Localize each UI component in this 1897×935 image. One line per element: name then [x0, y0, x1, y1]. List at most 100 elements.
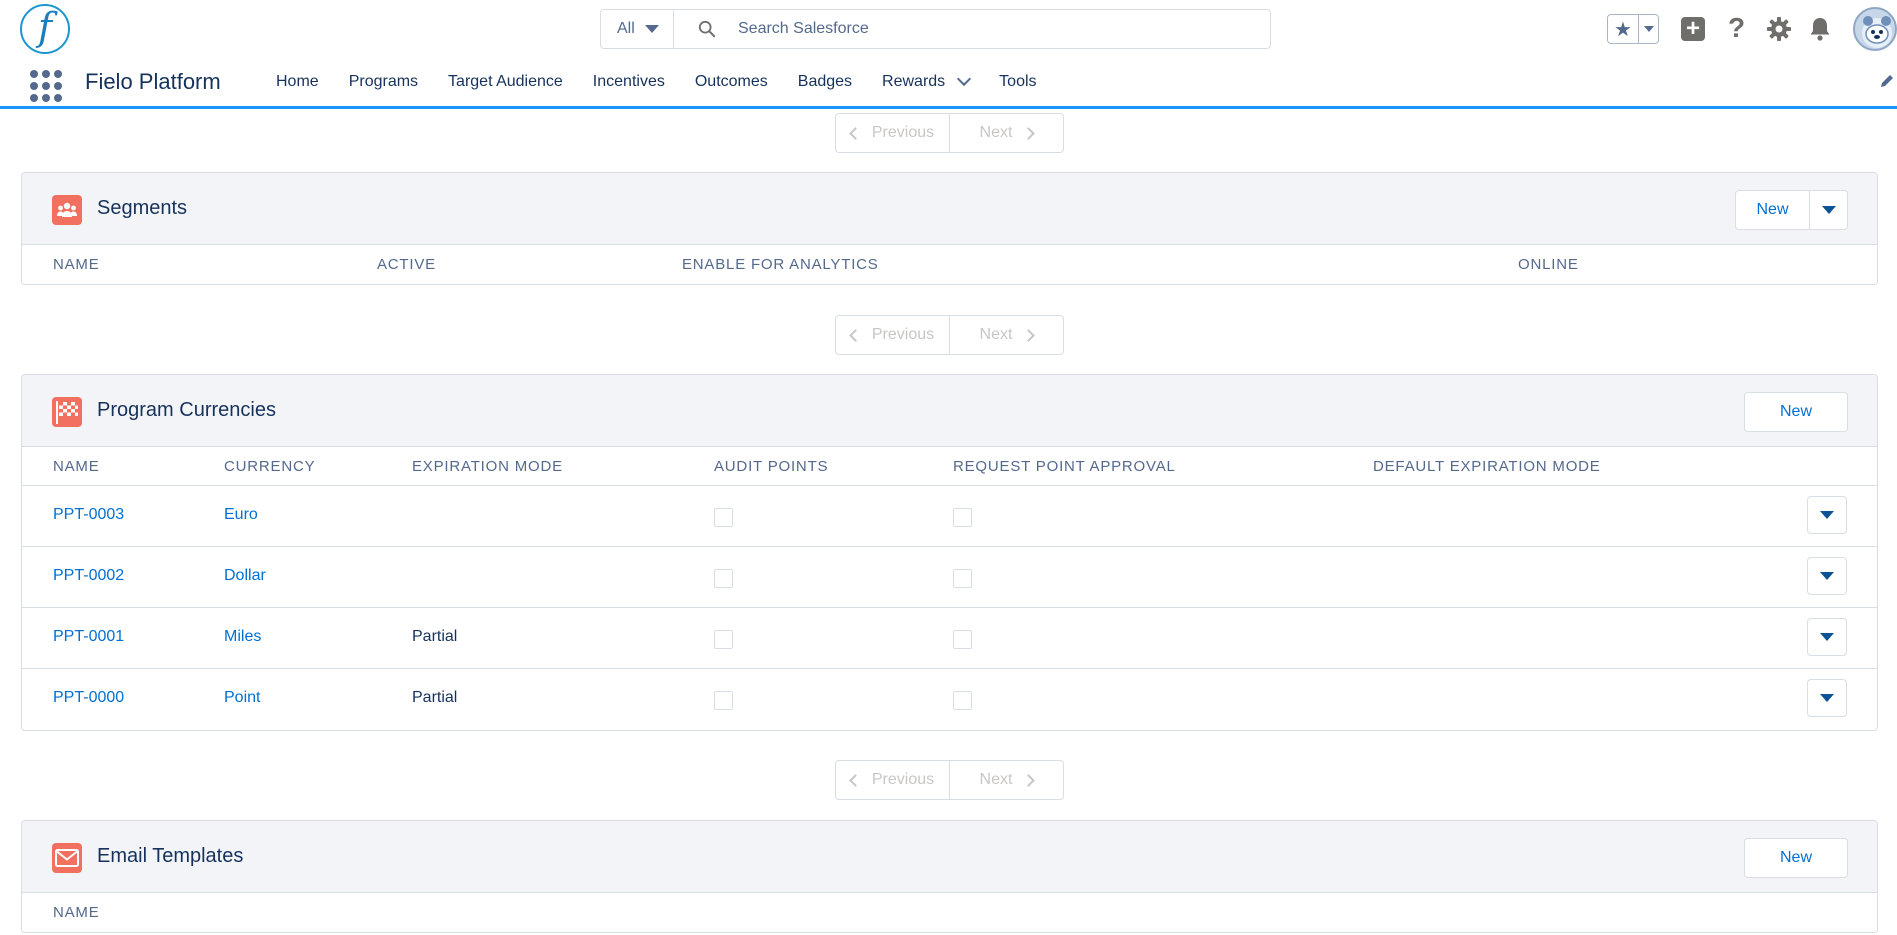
chevron-down-icon	[1643, 26, 1654, 32]
search-field	[674, 10, 1270, 48]
email-envelope-icon	[52, 843, 82, 873]
search-scope-label: All	[617, 20, 635, 37]
currency-link[interactable]: Miles	[224, 628, 261, 646]
column-header-request-point-approval[interactable]: Request Point Approval	[953, 458, 1176, 475]
currency-link[interactable]: Point	[224, 689, 260, 707]
astro-avatar-icon	[1862, 16, 1892, 48]
program-currencies-card: Program Currencies New Name Currency Exp…	[21, 374, 1878, 731]
column-header-audit-points[interactable]: Audit Points	[714, 458, 828, 475]
search-scope-select[interactable]: All	[601, 10, 674, 48]
record-name-link[interactable]: PPT-0000	[53, 689, 124, 707]
column-header-default-expiration-mode[interactable]: Default Expiration Mode	[1373, 458, 1601, 475]
request-point-approval-checkbox	[953, 508, 972, 527]
expiration-mode-value: Partial	[412, 628, 458, 645]
next-label: Next	[979, 326, 1013, 343]
audit-points-checkbox	[714, 630, 733, 649]
chevron-left-icon	[849, 773, 862, 787]
next-button[interactable]: Next	[949, 316, 1063, 354]
column-header-name[interactable]: Name	[53, 256, 100, 273]
nav-item-badges[interactable]: Badges	[798, 73, 852, 91]
fielo-logo[interactable]: f	[20, 4, 70, 54]
row-actions-button[interactable]	[1807, 496, 1847, 534]
currency-link[interactable]: Dollar	[224, 567, 266, 585]
column-header-active[interactable]: Active	[377, 256, 436, 273]
pagination: Previous Next	[835, 113, 1064, 153]
nav-item-tools[interactable]: Tools	[999, 73, 1036, 91]
setup-gear-icon[interactable]	[1765, 15, 1793, 43]
favorites-button-group: ★	[1607, 14, 1659, 44]
segments-more-actions-button[interactable]	[1809, 191, 1847, 229]
previous-button[interactable]: Previous	[836, 761, 949, 799]
chevron-right-icon	[1022, 328, 1036, 342]
chevron-right-icon	[1022, 126, 1036, 140]
email-templates-column-headers: Name	[22, 893, 1877, 932]
column-header-online[interactable]: Online	[1518, 256, 1579, 273]
app-name: Fielo Platform	[85, 69, 221, 94]
checkered-flag-icon	[52, 397, 82, 427]
record-name-link[interactable]: PPT-0002	[53, 567, 124, 585]
previous-button[interactable]: Previous	[836, 316, 949, 354]
user-avatar[interactable]	[1853, 7, 1897, 51]
chevron-down-icon	[1820, 633, 1834, 641]
record-name-link[interactable]: PPT-0001	[53, 628, 124, 646]
column-header-currency[interactable]: Currency	[224, 458, 315, 475]
chevron-right-icon	[1022, 773, 1036, 787]
table-row: PPT-0000 Point Partial	[22, 669, 1877, 730]
previous-label: Previous	[871, 326, 935, 343]
program-currencies-card-header: Program Currencies New	[22, 375, 1877, 447]
column-header-enable-for-analytics[interactable]: Enable for Analytics	[682, 256, 879, 273]
currency-link[interactable]: Euro	[224, 506, 258, 524]
chevron-left-icon	[849, 126, 862, 140]
nav-items: Home Programs Target Audience Incentives…	[276, 58, 1067, 106]
request-point-approval-checkbox	[953, 691, 972, 710]
next-button[interactable]: Next	[949, 761, 1063, 799]
nav-item-target-audience[interactable]: Target Audience	[448, 73, 563, 91]
row-actions-button[interactable]	[1807, 679, 1847, 717]
column-header-name[interactable]: Name	[53, 458, 100, 475]
segments-actions: New	[1735, 190, 1848, 230]
request-point-approval-checkbox	[953, 630, 972, 649]
notifications-bell-icon[interactable]	[1806, 15, 1834, 43]
chevron-down-icon	[1820, 572, 1834, 580]
nav-item-incentives[interactable]: Incentives	[593, 73, 665, 91]
table-row: PPT-0001 Miles Partial	[22, 608, 1877, 669]
nav-item-home[interactable]: Home	[276, 73, 319, 91]
search-input[interactable]	[738, 20, 1238, 38]
audit-points-checkbox	[714, 569, 733, 588]
previous-button[interactable]: Previous	[836, 114, 949, 152]
row-actions-button[interactable]	[1807, 618, 1847, 656]
pagination: Previous Next	[835, 760, 1064, 800]
row-actions-button[interactable]	[1807, 557, 1847, 595]
nav-item-rewards[interactable]: Rewards	[882, 71, 972, 91]
segments-new-button[interactable]: New	[1736, 191, 1809, 229]
favorites-dropdown-button[interactable]	[1639, 15, 1658, 43]
record-name-link[interactable]: PPT-0003	[53, 506, 124, 524]
next-label: Next	[979, 124, 1013, 141]
audit-points-checkbox	[714, 691, 733, 710]
chevron-down-icon	[1821, 206, 1836, 214]
app-launcher-waffle-icon[interactable]	[28, 68, 62, 102]
previous-label: Previous	[871, 771, 935, 788]
next-label: Next	[979, 771, 1013, 788]
global-actions-plus-icon[interactable]: +	[1681, 17, 1705, 41]
chevron-down-icon	[1820, 694, 1834, 702]
email-templates-card: Email Templates New Name	[21, 820, 1878, 933]
chevron-down-icon	[644, 25, 659, 33]
favorites-star-icon[interactable]: ★	[1608, 15, 1639, 43]
program-currencies-new-button[interactable]: New	[1744, 392, 1848, 432]
column-header-name[interactable]: Name	[53, 904, 100, 921]
nav-item-programs[interactable]: Programs	[349, 73, 418, 91]
help-question-icon[interactable]: ?	[1728, 12, 1745, 44]
chevron-down-icon[interactable]	[957, 71, 972, 87]
program-currencies-title: Program Currencies	[97, 399, 276, 421]
edit-pencil-icon[interactable]	[1878, 72, 1896, 90]
program-currencies-column-headers: Name Currency Expiration Mode Audit Poin…	[22, 447, 1877, 486]
email-templates-new-button[interactable]: New	[1744, 838, 1848, 878]
next-button[interactable]: Next	[949, 114, 1063, 152]
pagination: Previous Next	[835, 315, 1064, 355]
record-related-lists: Previous Next Segments New Nam	[0, 112, 1897, 935]
app-nav-bar: Fielo Platform Home Programs Target Audi…	[0, 58, 1897, 109]
nav-item-outcomes[interactable]: Outcomes	[695, 73, 768, 91]
request-point-approval-checkbox	[953, 569, 972, 588]
column-header-expiration-mode[interactable]: Expiration Mode	[412, 458, 563, 475]
